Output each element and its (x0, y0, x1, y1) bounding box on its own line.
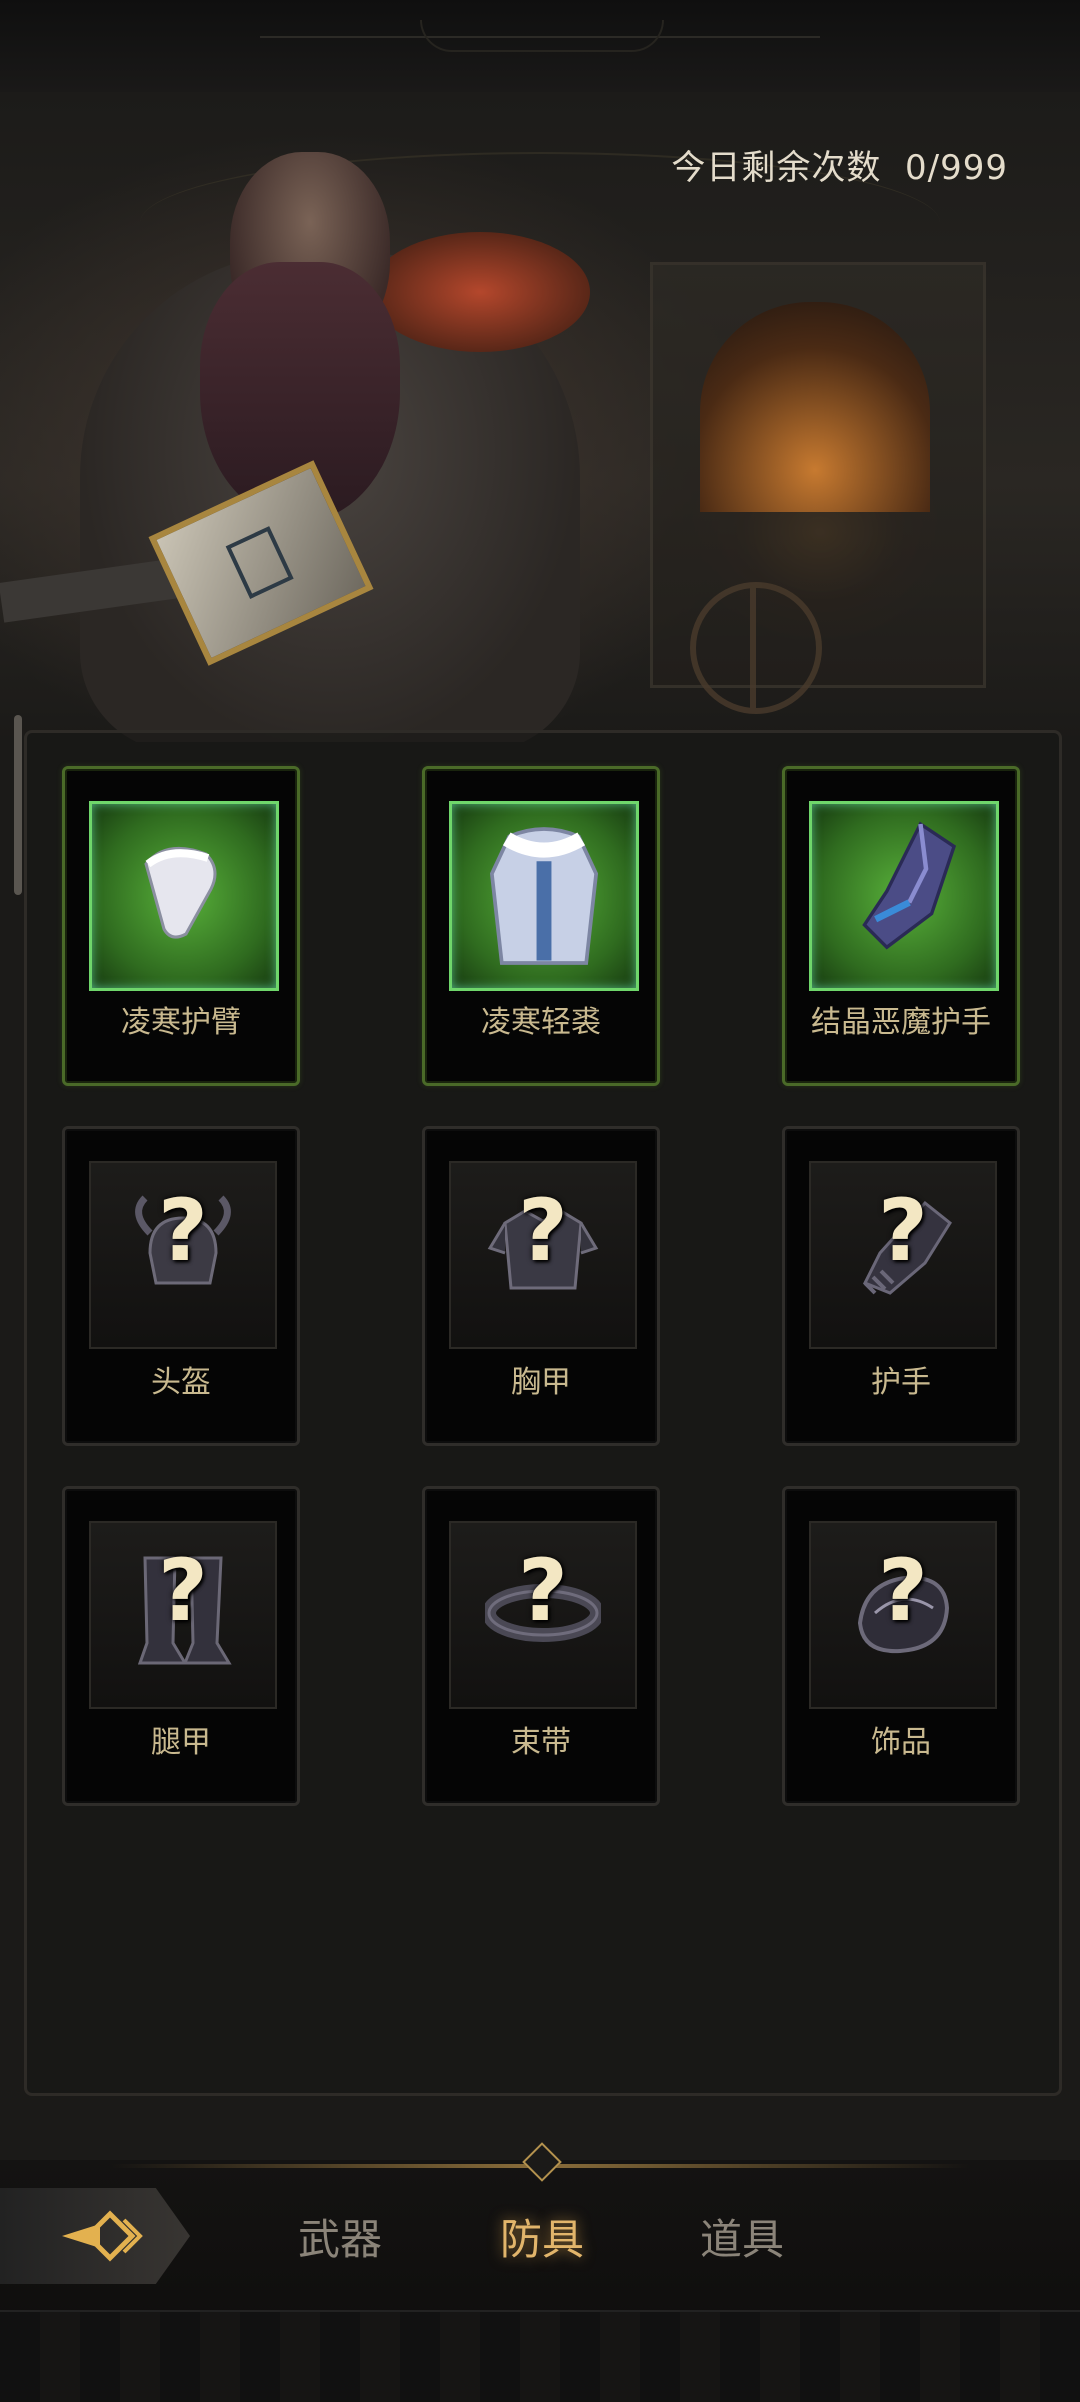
equipment-card-belt[interactable]: ? 束带 (422, 1486, 660, 1806)
equipment-card-crystal-gauntlet[interactable]: 结晶恶魔护手 (782, 766, 1020, 1086)
item-frame: ? (809, 1161, 997, 1349)
equipment-card-gauntlet[interactable]: ? 护手 (782, 1126, 1020, 1446)
item-frame (89, 801, 279, 991)
item-name: 凌寒护臂 (121, 1005, 241, 1040)
item-name: 束带 (511, 1725, 571, 1760)
item-frame: ? (449, 1521, 637, 1709)
item-frame: ? (809, 1521, 997, 1709)
equipment-card-arm-guard[interactable]: 凌寒护臂 (62, 766, 300, 1086)
top-ornament-arch (420, 20, 664, 52)
back-button[interactable] (0, 2188, 190, 2284)
item-frame: ? (449, 1161, 637, 1349)
tab-weapons[interactable]: 武器 (298, 2206, 382, 2267)
daily-remaining-counter: 今日剩余次数 0/999 (671, 140, 1008, 189)
tab-indicator-icon (522, 2142, 562, 2182)
unknown-mark-icon: ? (518, 1541, 568, 1641)
scroll-indicator[interactable] (14, 715, 22, 895)
dwarf-fur-collar (370, 232, 590, 352)
crystal-gauntlet-icon (862, 821, 957, 950)
unknown-mark-icon: ? (518, 1181, 568, 1281)
remaining-value: 0/999 (905, 148, 1008, 188)
fur-coat-icon (489, 827, 599, 965)
equipment-card-accessory[interactable]: ? 饰品 (782, 1486, 1020, 1806)
item-name: 护手 (871, 1365, 931, 1400)
equipment-card-chest-armor[interactable]: ? 胸甲 (422, 1126, 660, 1446)
item-name: 结晶恶魔护手 (811, 1005, 991, 1040)
forge-fire (700, 302, 930, 512)
equipment-card-fur-coat[interactable]: 凌寒轻裘 (422, 766, 660, 1086)
item-frame: ? (89, 1521, 277, 1709)
unknown-mark-icon: ? (158, 1541, 208, 1641)
remaining-label: 今日剩余次数 (671, 148, 882, 188)
item-name: 饰品 (871, 1725, 931, 1760)
unknown-mark-icon: ? (158, 1181, 208, 1281)
item-name: 头盔 (151, 1365, 211, 1400)
bottom-ornament-border (0, 2310, 1080, 2402)
blacksmith-banner (0, 92, 1080, 742)
item-name: 腿甲 (151, 1725, 211, 1760)
item-name: 凌寒轻裘 (481, 1005, 601, 1040)
equipment-card-helmet[interactable]: ? 头盔 (62, 1126, 300, 1446)
top-ornament-bar (0, 0, 1080, 95)
cart-wheel-illustration (690, 582, 822, 714)
equipment-card-leg-armor[interactable]: ? 腿甲 (62, 1486, 300, 1806)
item-frame (449, 801, 639, 991)
arm-guard-icon (144, 846, 217, 939)
item-frame: ? (89, 1161, 277, 1349)
unknown-mark-icon: ? (878, 1541, 928, 1641)
tab-armor[interactable]: 防具 (469, 2206, 621, 2267)
unknown-mark-icon: ? (878, 1181, 928, 1281)
tab-items[interactable]: 道具 (700, 2206, 784, 2267)
item-frame (809, 801, 999, 991)
item-name: 胸甲 (511, 1365, 571, 1400)
back-arrow-icon (62, 2210, 143, 2262)
